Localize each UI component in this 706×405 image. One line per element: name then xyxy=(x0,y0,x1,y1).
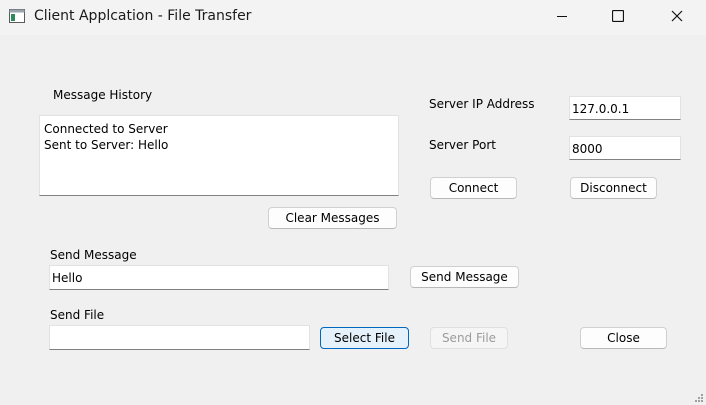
message-history-label: Message History xyxy=(53,88,153,102)
close-button[interactable]: Close xyxy=(580,327,667,349)
clear-messages-button[interactable]: Clear Messages xyxy=(268,207,397,229)
send-file-button[interactable]: Send File xyxy=(430,327,508,349)
minimize-icon xyxy=(557,16,567,17)
app-icon xyxy=(9,9,25,23)
server-ip-field[interactable]: 127.0.0.1 xyxy=(569,96,681,120)
message-history-box[interactable]: Connected to Server Sent to Server: Hell… xyxy=(39,115,399,196)
resize-grip-icon[interactable] xyxy=(694,393,704,403)
maximize-icon xyxy=(612,10,624,22)
send-file-label: Send File xyxy=(50,308,105,322)
server-port-field[interactable]: 8000 xyxy=(569,136,681,160)
maximize-button[interactable] xyxy=(595,0,641,32)
history-line: Sent to Server: Hello xyxy=(44,138,169,152)
file-path-input[interactable] xyxy=(49,325,310,350)
send-message-button[interactable]: Send Message xyxy=(410,266,519,288)
server-port-label: Server Port xyxy=(429,138,496,152)
window-title: Client Applcation - File Transfer xyxy=(34,8,252,24)
close-icon xyxy=(671,10,683,22)
app-window: Client Applcation - File Transfer Messag… xyxy=(0,0,706,405)
history-line: Connected to Server xyxy=(44,122,168,136)
title-bar: Client Applcation - File Transfer xyxy=(0,0,706,35)
send-message-label: Send Message xyxy=(50,248,137,262)
close-window-button[interactable] xyxy=(654,0,700,32)
connect-button[interactable]: Connect xyxy=(430,177,517,199)
disconnect-button[interactable]: Disconnect xyxy=(570,177,657,199)
message-input[interactable]: Hello xyxy=(49,265,389,290)
select-file-button[interactable]: Select File xyxy=(320,327,409,349)
minimize-button[interactable] xyxy=(539,0,585,32)
server-ip-label: Server IP Address xyxy=(429,97,535,111)
